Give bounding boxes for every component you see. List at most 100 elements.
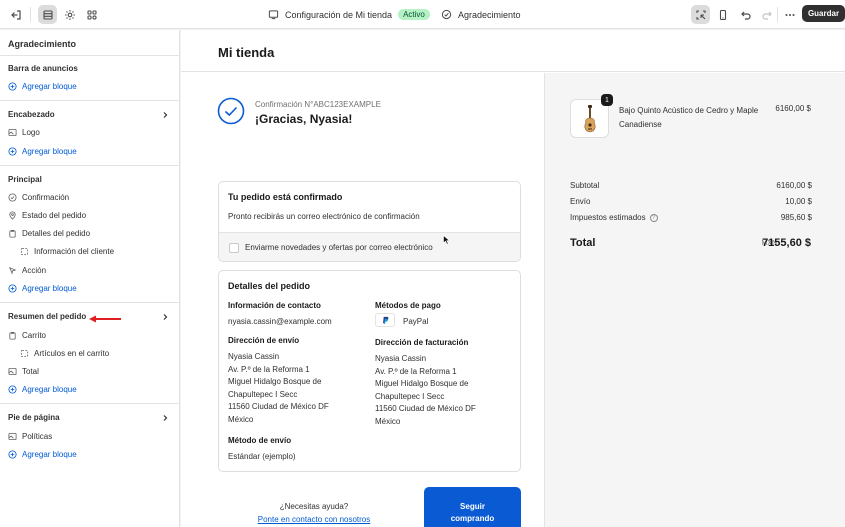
section-header[interactable]: Encabezado — [8, 110, 55, 119]
store-name: Mi tienda — [218, 45, 275, 60]
cursor-icon — [9, 266, 17, 274]
template-name: Agradecimiento — [458, 9, 521, 20]
exit-icon[interactable] — [6, 5, 25, 24]
store-header: Mi tienda — [181, 30, 845, 72]
shipping-method-value: Estándar (ejemplo) — [228, 452, 296, 461]
subtotal-row: Subtotal 6160,00 $ — [570, 181, 812, 190]
image-icon — [8, 128, 17, 136]
paypal-icon — [375, 313, 395, 327]
section-footer[interactable]: Pie de página — [8, 413, 60, 422]
block-icon — [20, 247, 29, 255]
mouse-cursor-icon — [443, 235, 451, 245]
sidebar-item-order-details[interactable]: Detalles del pedido — [8, 227, 90, 239]
mobile-icon[interactable] — [713, 5, 732, 24]
page-selector[interactable]: Configuración de Mi tienda Activo — [268, 0, 430, 29]
card-title: Tu pedido está confirmado — [228, 192, 343, 202]
total-label: Total — [570, 237, 596, 249]
plus-circle-icon — [8, 449, 17, 459]
plus-circle-icon — [8, 283, 17, 293]
shipping-address: Nyasia Cassin Av. P.º de la Reforma 1 Mi… — [228, 352, 329, 424]
plus-circle-icon — [8, 384, 17, 394]
sidebar-item-cart[interactable]: Carrito — [8, 329, 46, 341]
sidebar: Agradecimiento Barra de anuncios Agregar… — [0, 30, 180, 527]
total-value: 7155,60 $ — [762, 237, 811, 249]
newsletter-label[interactable]: Enviarme novedades y ofertas por correo … — [245, 243, 433, 252]
save-button[interactable]: Guardar — [802, 5, 845, 22]
sidebar-item-action[interactable]: Acción — [8, 264, 46, 276]
sidebar-item-customer-info[interactable]: Información del cliente — [20, 245, 114, 257]
shipping-address-label: Dirección de envío — [228, 336, 300, 345]
inspector-icon[interactable] — [691, 5, 710, 24]
thanks-heading: ¡Gracias, Nyasia! — [255, 112, 353, 126]
store-icon — [268, 10, 279, 20]
payment-label: Métodos de pago — [375, 301, 441, 310]
add-block-button[interactable]: Agregar bloque — [8, 80, 77, 92]
chevron-right-icon[interactable] — [161, 111, 169, 119]
shipping-method-label: Método de envío — [228, 436, 292, 445]
divider — [0, 403, 180, 404]
sidebar-item-cart-items[interactable]: Artículos en el carrito — [20, 347, 109, 359]
billing-address: Nyasia Cassin Av. P.º de la Reforma 1 Mi… — [375, 354, 476, 426]
preview-canvas: Mi tienda Confirmación N°ABC123EXAMPLE ¡… — [181, 30, 845, 527]
block-icon — [20, 349, 29, 357]
divider — [777, 7, 778, 22]
page-title: Configuración de Mi tienda — [285, 9, 393, 20]
contact-label: Información de contacto — [228, 301, 321, 310]
add-block-button[interactable]: Agregar bloque — [8, 282, 77, 294]
sidebar-item-order-status[interactable]: Estado del pedido — [8, 209, 86, 221]
taxes-row: Impuestos estimados? 985,60 $ — [570, 213, 812, 222]
clipboard-icon — [9, 229, 16, 238]
sidebar-title: Agradecimiento — [8, 39, 77, 49]
continue-shopping-button[interactable]: Seguir comprando — [424, 487, 521, 527]
section-main[interactable]: Principal — [8, 175, 42, 184]
chevron-right-icon[interactable] — [161, 414, 169, 422]
check-circle-icon — [441, 9, 452, 20]
sidebar-item-confirmation[interactable]: Confirmación — [8, 191, 69, 203]
help-question: ¿Necesitas ayuda? — [279, 502, 349, 511]
check-circle-icon — [8, 192, 17, 202]
sections-icon[interactable] — [38, 5, 57, 24]
image-icon — [8, 432, 17, 440]
contact-us-link[interactable]: Ponte en contacto con nosotros — [251, 515, 377, 524]
divider — [30, 7, 31, 22]
quantity-badge: 1 — [601, 94, 613, 106]
add-block-button[interactable]: Agregar bloque — [8, 145, 77, 157]
newsletter-checkbox[interactable] — [229, 243, 239, 253]
more-icon[interactable] — [780, 5, 799, 24]
section-order-summary[interactable]: Resumen del pedido — [8, 312, 86, 321]
sidebar-item-policies[interactable]: Políticas — [8, 430, 52, 442]
newsletter-row: Enviarme novedades y ofertas por correo … — [219, 232, 520, 261]
confirmation-number: Confirmación N°ABC123EXAMPLE — [255, 100, 381, 109]
order-confirmed-card: Tu pedido está confirmado Pronto recibir… — [218, 181, 521, 262]
billing-address-label: Dirección de facturación — [375, 338, 469, 347]
divider — [0, 165, 180, 166]
order-summary-column: 1 Bajo Quinto Acústico de Cedro y Maple … — [544, 73, 845, 527]
sidebar-item-total[interactable]: Total — [8, 365, 39, 377]
payment-value: PayPal — [403, 317, 429, 326]
card-title: Detalles del pedido — [228, 281, 311, 291]
plus-circle-icon — [8, 146, 17, 156]
order-details-card: Detalles del pedido Información de conta… — [218, 270, 521, 472]
sidebar-item-logo[interactable]: Logo — [8, 126, 40, 138]
redo-icon[interactable] — [757, 5, 776, 24]
top-bar: Configuración de Mi tienda Activo Agrade… — [0, 0, 845, 29]
product-price: 6160,00 $ — [775, 104, 811, 113]
chevron-right-icon[interactable] — [161, 313, 169, 321]
guitar-icon — [584, 105, 596, 133]
template-selector[interactable]: Agradecimiento — [441, 0, 521, 29]
add-block-button[interactable]: Agregar bloque — [8, 383, 77, 395]
main-column: Confirmación N°ABC123EXAMPLE ¡Gracias, N… — [181, 73, 544, 527]
plus-circle-icon — [8, 81, 17, 91]
undo-icon[interactable] — [736, 5, 755, 24]
red-arrow-annotation — [89, 315, 121, 323]
add-block-button[interactable]: Agregar bloque — [8, 448, 77, 460]
divider — [0, 302, 180, 303]
pin-icon — [9, 211, 16, 220]
contact-value: nyasia.cassin@example.com — [228, 317, 332, 326]
confirmation-check-icon — [217, 97, 245, 125]
apps-icon[interactable] — [82, 5, 101, 24]
info-icon[interactable]: ? — [649, 213, 658, 222]
shipping-row: Envío 10,00 $ — [570, 197, 812, 206]
gear-icon[interactable] — [60, 5, 79, 24]
section-announcement-bar[interactable]: Barra de anuncios — [8, 64, 78, 73]
